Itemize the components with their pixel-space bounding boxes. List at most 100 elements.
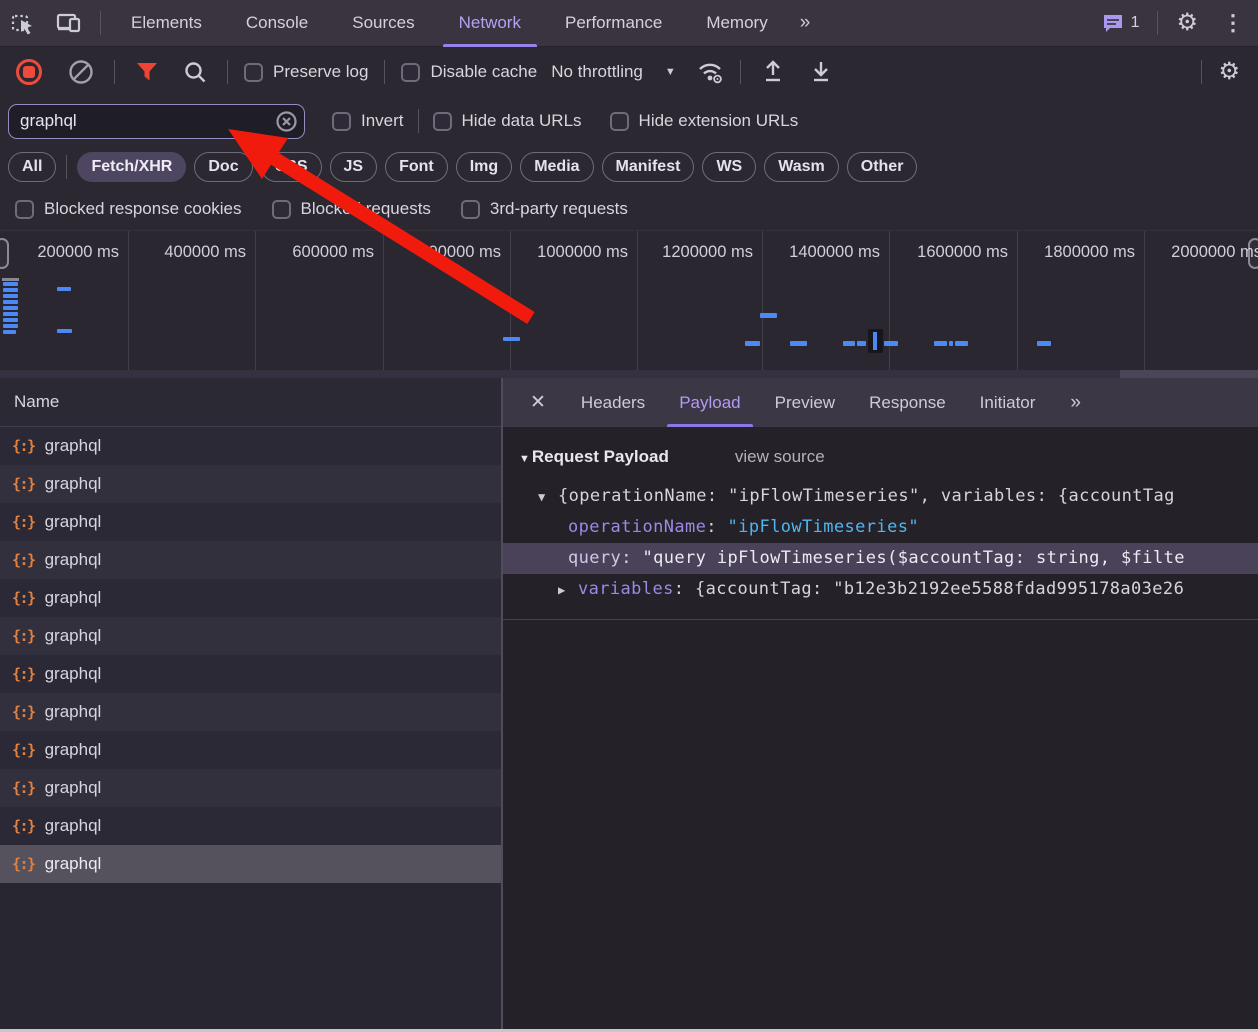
fetch-json-icon: {:} <box>12 855 36 873</box>
chip-other[interactable]: Other <box>846 152 918 182</box>
network-settings-gear-icon[interactable]: ⚙ <box>1210 60 1258 84</box>
clear-network-log-button[interactable] <box>56 48 106 96</box>
request-row[interactable]: {:} graphql <box>0 541 501 579</box>
payload-root-preview: {operationName: "ipFlowTimeseries", vari… <box>558 486 1175 506</box>
timeline-request-bar <box>3 330 16 334</box>
fetch-json-icon: {:} <box>12 437 36 455</box>
payload-row-query[interactable]: query: "query ipFlowTimeseries($accountT… <box>503 543 1258 574</box>
payload-row-operationname[interactable]: operationName: "ipFlowTimeseries" <box>503 512 1258 543</box>
payload-row-root[interactable]: ▼ {operationName: "ipFlowTimeseries", var… <box>503 481 1258 512</box>
hide-extension-urls-checkbox[interactable] <box>609 111 629 131</box>
blocked-response-cookies-toggle[interactable]: Blocked response cookies <box>15 199 242 219</box>
overview-left-handle[interactable] <box>0 238 9 269</box>
fetch-json-icon: {:} <box>12 475 36 493</box>
section-collapse-icon[interactable]: ▼ <box>519 453 530 465</box>
hide-data-urls-toggle[interactable]: Hide data URLs <box>432 111 582 131</box>
preserve-log-checkbox[interactable] <box>244 62 263 82</box>
blocked-response-cookies-checkbox[interactable] <box>15 199 34 219</box>
hide-data-urls-checkbox[interactable] <box>432 111 452 131</box>
timeline-label: 1600000 ms <box>917 243 1008 261</box>
detail-tab-initiator[interactable]: Initiator <box>963 378 1053 427</box>
inspect-element-icon[interactable] <box>0 0 46 47</box>
divider <box>227 60 228 84</box>
clear-filter-icon[interactable] <box>276 110 297 132</box>
tab-network[interactable]: Network <box>437 0 543 47</box>
timeline-gridline <box>255 231 256 370</box>
3rd-party-requests-toggle[interactable]: 3rd-party requests <box>460 199 628 219</box>
close-detail-icon[interactable]: ✕ <box>503 391 564 414</box>
search-icon[interactable] <box>171 48 219 96</box>
request-row[interactable]: {:} graphql <box>0 731 501 769</box>
hide-extension-urls-toggle[interactable]: Hide extension URLs <box>609 111 798 131</box>
filter-input[interactable] <box>9 111 304 131</box>
invert-toggle[interactable]: Invert <box>332 111 404 131</box>
invert-checkbox[interactable] <box>332 111 351 131</box>
blocked-requests-toggle[interactable]: Blocked requests <box>271 199 431 219</box>
chip-manifest[interactable]: Manifest <box>601 152 695 182</box>
detail-tab-preview[interactable]: Preview <box>758 378 852 427</box>
network-overview-timeline[interactable]: 200000 ms 400000 ms 600000 ms 800000 ms 1000… <box>0 230 1258 378</box>
timeline-request-bar <box>955 341 968 346</box>
record-network-log-button[interactable] <box>16 59 42 85</box>
timeline-bottom-band <box>0 370 1258 378</box>
export-har-icon[interactable] <box>797 48 845 96</box>
import-har-icon[interactable] <box>749 48 797 96</box>
payload-value: {accountTag: "b12e3b2192ee5588fdad995178… <box>695 579 1185 599</box>
name-column-header[interactable]: Name <box>0 378 501 427</box>
chip-ws[interactable]: WS <box>702 152 757 182</box>
detail-tab-payload[interactable]: Payload <box>662 378 757 427</box>
expand-triangle-icon[interactable]: ▶ <box>558 575 578 605</box>
request-row[interactable]: {:} graphql <box>0 617 501 655</box>
timeline-label: 200000 ms <box>37 243 119 261</box>
kebab-menu-icon[interactable]: ⋮ <box>1208 10 1258 36</box>
preserve-log-toggle[interactable]: Preserve log <box>244 62 368 82</box>
chip-all[interactable]: All <box>8 152 57 182</box>
request-row[interactable]: {:} graphql <box>0 579 501 617</box>
timeline-gridline <box>383 231 384 370</box>
chip-img[interactable]: Img <box>455 152 513 182</box>
request-row[interactable]: {:} graphql <box>0 807 501 845</box>
throttling-select[interactable]: No throttling ▼ <box>537 62 690 82</box>
detail-tab-headers[interactable]: Headers <box>564 378 662 427</box>
filter-funnel-icon[interactable] <box>123 48 171 96</box>
payload-row-variables[interactable]: ▶ variables: {accountTag: "b12e3b2192ee55… <box>503 574 1258 605</box>
chip-js[interactable]: JS <box>329 152 378 182</box>
tab-sources[interactable]: Sources <box>330 0 436 47</box>
request-row[interactable]: {:} graphql <box>0 655 501 693</box>
request-row[interactable]: {:} graphql <box>0 427 501 465</box>
tab-memory[interactable]: Memory <box>684 0 789 47</box>
payload-colon: : <box>673 579 695 599</box>
collapse-triangle-icon[interactable]: ▼ <box>538 482 558 512</box>
tab-performance[interactable]: Performance <box>543 0 684 47</box>
network-conditions-icon[interactable] <box>690 48 732 96</box>
chip-fetch-xhr[interactable]: Fetch/XHR <box>77 152 187 182</box>
chip-css[interactable]: CSS <box>260 152 322 182</box>
more-tabs-icon[interactable]: » <box>790 12 819 34</box>
request-row[interactable]: {:} graphql <box>0 465 501 503</box>
chip-doc[interactable]: Doc <box>194 152 253 182</box>
blocked-requests-checkbox[interactable] <box>271 199 291 219</box>
payload-section-header[interactable]: ▼ Request Payload view source <box>519 447 1258 467</box>
record-inner <box>23 66 35 78</box>
request-row[interactable]: {:} graphql <box>0 693 501 731</box>
request-row[interactable]: {:} graphql <box>0 503 501 541</box>
tab-elements[interactable]: Elements <box>109 0 224 47</box>
request-row[interactable]: {:} graphql <box>0 845 501 883</box>
request-row[interactable]: {:} graphql <box>0 769 501 807</box>
chip-wasm[interactable]: Wasm <box>764 152 839 182</box>
3rd-party-requests-checkbox[interactable] <box>460 199 480 219</box>
disable-cache-checkbox[interactable] <box>401 62 421 82</box>
timeline-request-bar <box>949 341 953 346</box>
settings-gear-icon[interactable]: ⚙ <box>1166 11 1208 35</box>
issues-icon[interactable] <box>1101 11 1125 35</box>
chip-font[interactable]: Font <box>385 152 448 182</box>
device-toolbar-icon[interactable] <box>46 0 92 47</box>
network-options-row: Blocked response cookies Blocked requests… <box>0 188 1258 230</box>
tab-console[interactable]: Console <box>224 0 330 47</box>
detail-more-tabs-icon[interactable]: » <box>1060 392 1089 414</box>
chip-media[interactable]: Media <box>520 152 594 182</box>
view-source-link[interactable]: view source <box>735 447 825 467</box>
disable-cache-toggle[interactable]: Disable cache <box>401 62 537 82</box>
detail-tab-response[interactable]: Response <box>852 378 963 427</box>
timeline-scroll-segment[interactable] <box>1120 370 1258 378</box>
